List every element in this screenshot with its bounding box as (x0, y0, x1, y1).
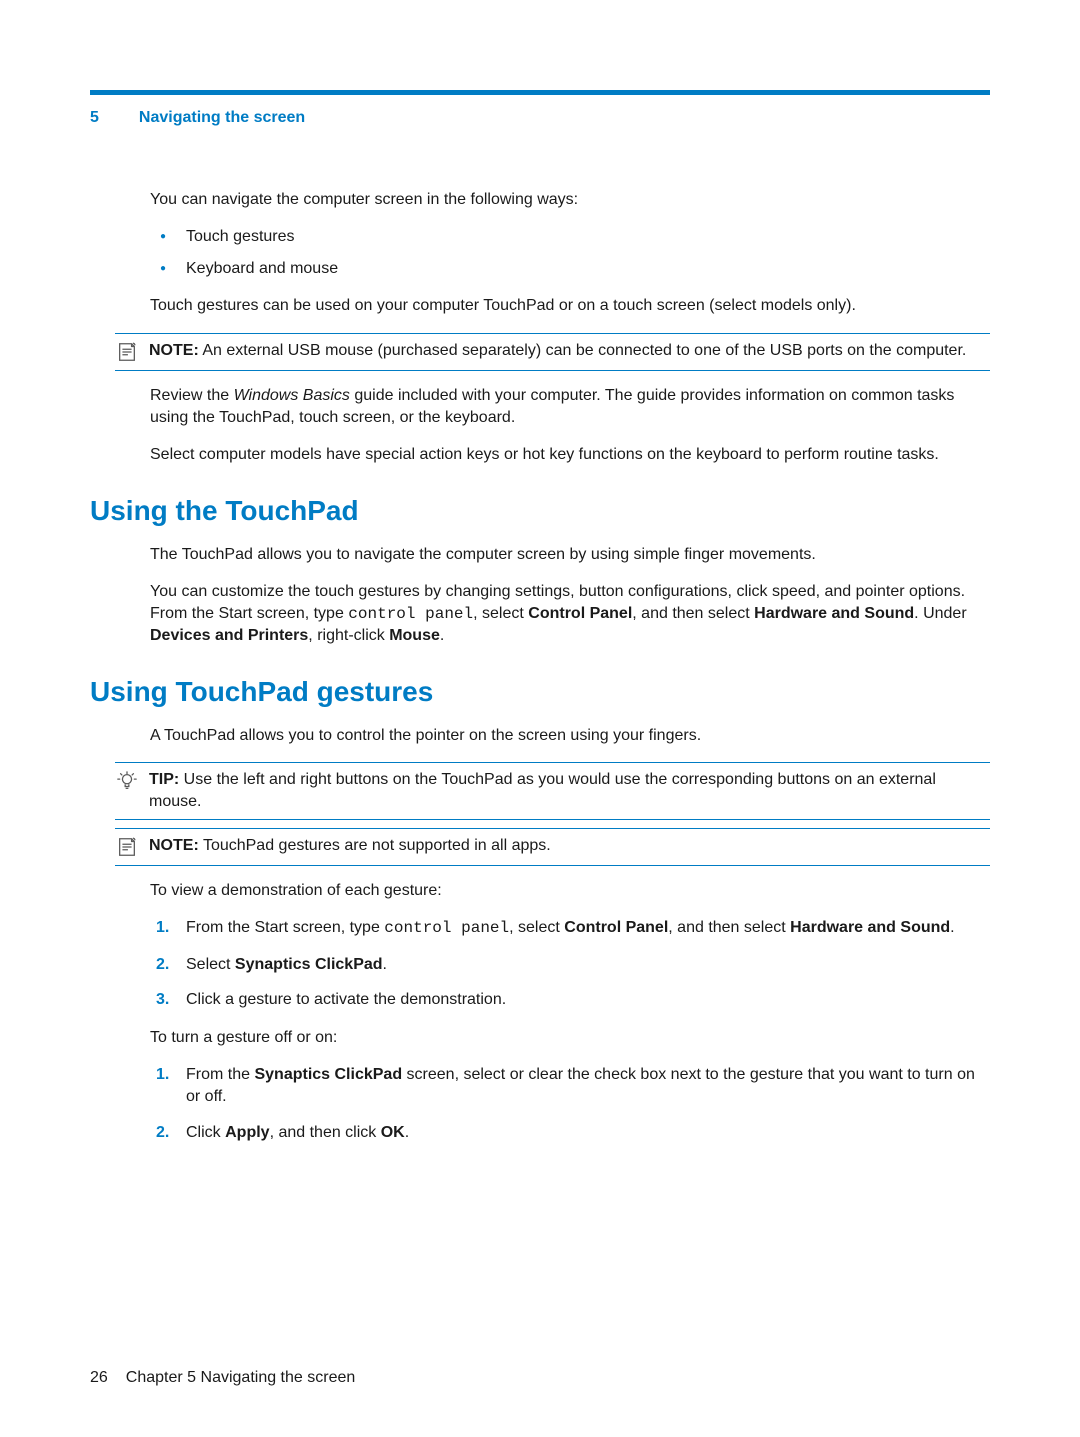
note-icon (115, 340, 139, 364)
bold-text: Synaptics ClickPad (235, 956, 383, 973)
note-icon (115, 835, 139, 859)
text: From the (186, 1066, 254, 1083)
list-item: From the Synaptics ClickPad screen, sele… (150, 1064, 990, 1107)
list-item: Touch gestures (150, 226, 990, 248)
list-item: Select Synaptics ClickPad. (150, 954, 990, 976)
intro-text-2: Touch gestures can be used on your compu… (150, 295, 990, 317)
text: From the Start screen, type (186, 919, 384, 936)
list-item: From the Start screen, type control pane… (150, 917, 990, 940)
bold-text: Synaptics ClickPad (254, 1066, 402, 1083)
text: Select (186, 956, 235, 973)
tip-icon (115, 769, 139, 793)
bold-text: Apply (225, 1124, 269, 1141)
review-text-2: Select computer models have special acti… (150, 444, 990, 466)
tip-callout: TIP: Use the left and right buttons on t… (115, 762, 990, 819)
tip-label: TIP: (149, 771, 179, 788)
text: . (950, 919, 954, 936)
note-text: An external USB mouse (purchased separat… (202, 342, 966, 359)
touchpad-p2: You can customize the touch gestures by … (150, 581, 990, 647)
italic-text: Windows Basics (234, 387, 350, 404)
note-label: NOTE: (149, 837, 199, 854)
text: . Under (914, 605, 966, 622)
page-number: 26 (90, 1367, 108, 1389)
list-item: Click a gesture to activate the demonstr… (150, 989, 990, 1011)
toggle-steps: From the Synaptics ClickPad screen, sele… (150, 1064, 990, 1143)
bold-text: Control Panel (564, 919, 668, 936)
text: , and then click (270, 1124, 381, 1141)
text: . (383, 956, 387, 973)
text: . (405, 1124, 409, 1141)
bold-text: Mouse (389, 627, 440, 644)
review-text: Review the Windows Basics guide included… (150, 385, 990, 428)
intro-text: You can navigate the computer screen in … (150, 189, 990, 211)
chapter-rule (90, 90, 990, 95)
note-label: NOTE: (149, 342, 199, 359)
chapter-title: Navigating the screen (139, 107, 305, 129)
text: , select (509, 919, 564, 936)
bold-text: Devices and Printers (150, 627, 308, 644)
text: , and then select (668, 919, 790, 936)
bold-text: OK (381, 1124, 405, 1141)
page-content: 5 Navigating the screen You can navigate… (0, 0, 1080, 1143)
bold-text: Hardware and Sound (754, 605, 914, 622)
footer-chapter-label: Chapter 5 Navigating the screen (126, 1367, 355, 1389)
note-text: TouchPad gestures are not supported in a… (203, 837, 551, 854)
mono-text: control panel (384, 919, 509, 937)
list-item: Keyboard and mouse (150, 258, 990, 280)
text: , and then select (632, 605, 754, 622)
list-item: Click Apply, and then click OK. (150, 1122, 990, 1144)
toggle-lead: To turn a gesture off or on: (150, 1027, 990, 1049)
intro-bullets: Touch gestures Keyboard and mouse (150, 226, 990, 279)
tip-body: TIP: Use the left and right buttons on t… (149, 769, 990, 812)
bold-text: Hardware and Sound (790, 919, 950, 936)
demo-lead: To view a demonstration of each gesture: (150, 880, 990, 902)
mono-text: control panel (348, 605, 473, 623)
intro-block: You can navigate the computer screen in … (150, 189, 990, 1144)
chapter-number: 5 (90, 107, 99, 129)
tip-text: Use the left and right buttons on the To… (149, 771, 936, 810)
section-heading-touchpad: Using the TouchPad (90, 492, 990, 530)
text: , right-click (308, 627, 389, 644)
note-callout: NOTE: An external USB mouse (purchased s… (115, 333, 990, 371)
text: , select (473, 605, 528, 622)
note-body: NOTE: An external USB mouse (purchased s… (149, 340, 990, 362)
page-footer: 26 Chapter 5 Navigating the screen (90, 1367, 355, 1389)
demo-steps: From the Start screen, type control pane… (150, 917, 990, 1011)
gestures-p1: A TouchPad allows you to control the poi… (150, 725, 990, 747)
text: . (440, 627, 444, 644)
text: Click (186, 1124, 225, 1141)
note-body: NOTE: TouchPad gestures are not supporte… (149, 835, 990, 857)
bold-text: Control Panel (528, 605, 632, 622)
chapter-heading: 5 Navigating the screen (90, 107, 990, 129)
section-heading-gestures: Using TouchPad gestures (90, 673, 990, 711)
note-callout-2: NOTE: TouchPad gestures are not supporte… (115, 828, 990, 866)
text: Review the (150, 387, 234, 404)
touchpad-p1: The TouchPad allows you to navigate the … (150, 544, 990, 566)
